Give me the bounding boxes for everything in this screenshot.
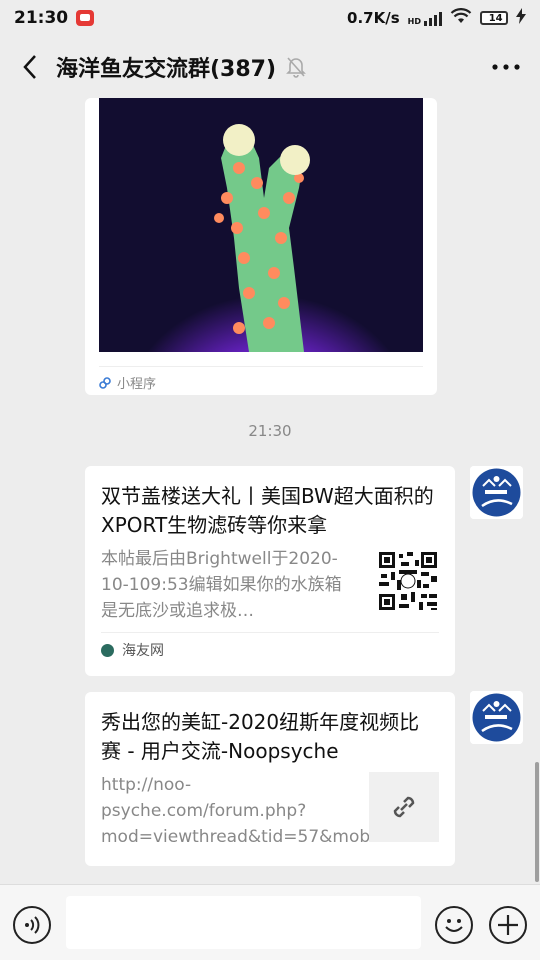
voice-icon[interactable] <box>13 906 51 944</box>
source-logo-icon <box>101 643 114 657</box>
signal-icon: HD <box>408 10 442 26</box>
more-dots-icon[interactable] <box>490 55 522 79</box>
qr-code-thumbnail <box>377 550 439 612</box>
message-input[interactable] <box>66 896 421 949</box>
article-title: 秀出您的美缸-2020纽斯年度视频比赛 - 用户交流-Noopsyche <box>101 710 420 763</box>
battery-icon: 14 <box>480 11 508 25</box>
source-name: 海友网 <box>122 643 164 659</box>
status-bar: 21:30 0.7K/s HD 14 <box>0 0 540 36</box>
time-divider: 21:30 <box>248 422 292 440</box>
plus-icon[interactable] <box>489 906 527 944</box>
bell-off-icon <box>286 56 308 78</box>
chat-title: 海洋鱼友交流群(387) <box>56 57 277 82</box>
coral-image <box>99 98 423 352</box>
article-description: 本帖最后由Brightwell于2020-10-109:53编辑如果你的水族箱是… <box>101 549 342 621</box>
avatar[interactable] <box>470 691 523 744</box>
mini-program-footer: 小程序 <box>99 366 423 392</box>
article-card[interactable]: 秀出您的美缸-2020纽斯年度视频比赛 - 用户交流-Noopsyche htt… <box>85 692 455 866</box>
wifi-icon <box>450 7 472 29</box>
emoji-icon[interactable] <box>435 906 473 944</box>
avatar[interactable] <box>470 466 523 519</box>
mini-program-card[interactable]: 小程序 <box>85 98 437 395</box>
link-icon <box>369 772 439 842</box>
notification-icon <box>76 10 95 26</box>
signal-bars-icon <box>424 10 442 26</box>
battery-level: 14 <box>488 12 503 24</box>
input-bar <box>0 884 540 960</box>
charging-icon <box>516 7 526 29</box>
article-source: 海友网 <box>101 632 439 660</box>
hd-label: HD <box>407 17 421 26</box>
network-speed: 0.7K/s <box>347 9 400 27</box>
article-description: http://noo-psyche.com/forum.php?mod=view… <box>101 775 392 847</box>
mini-program-icon <box>99 376 111 389</box>
article-title: 双节盖楼送大礼丨美国BW超大面积的XPORT生物滤砖等你来拿 <box>101 484 434 537</box>
scrollbar-thumb[interactable] <box>535 762 539 882</box>
status-time: 21:30 <box>14 8 69 28</box>
chat-header: 海洋鱼友交流群(387) <box>0 36 540 98</box>
chevron-left-icon[interactable] <box>18 55 42 79</box>
mini-program-label: 小程序 <box>117 377 157 392</box>
article-card[interactable]: 双节盖楼送大礼丨美国BW超大面积的XPORT生物滤砖等你来拿 本帖最后由Brig… <box>85 466 455 676</box>
